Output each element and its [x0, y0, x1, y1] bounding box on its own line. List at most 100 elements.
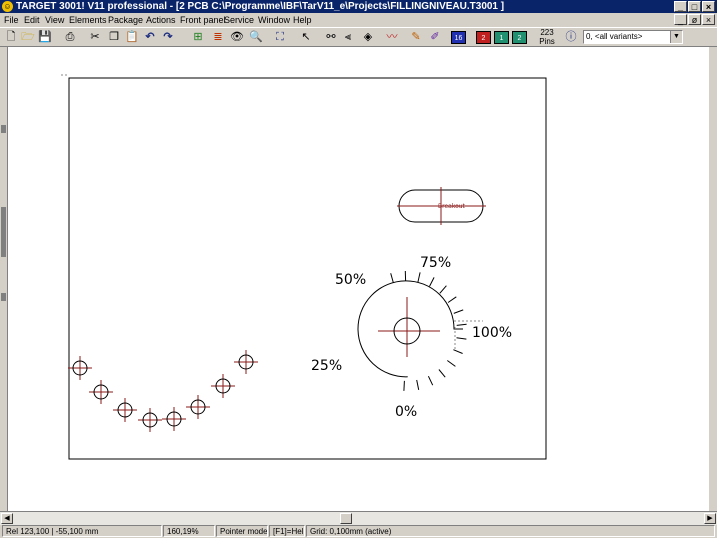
title-bar: ☺ TARGET 3001! V11 professional - [2 PCB… [0, 0, 717, 13]
led-pad [68, 356, 92, 380]
window-title: TARGET 3001! V11 professional - [2 PCB C… [16, 1, 505, 12]
binoculars-icon[interactable]: ⚯ [323, 30, 339, 45]
autoroute-icon[interactable]: ⫷ [340, 30, 356, 45]
doc-close-button[interactable]: × [702, 14, 715, 25]
label-0-percent: 0% [395, 404, 417, 420]
menu-help[interactable]: Help [293, 14, 312, 26]
status-help: [F1]=Help [269, 525, 305, 537]
dial-tick [453, 349, 463, 354]
led-pad [186, 395, 210, 419]
new-icon[interactable]: 🗋 [3, 30, 19, 45]
status-coordinates: Rel 123,100 | -55,100 mm [2, 525, 162, 537]
label-25-percent: 25% [311, 358, 342, 374]
level-dial: 50% 75% 100% 25% 0% [311, 255, 512, 420]
eye-icon[interactable]: 👁 [229, 30, 245, 45]
print-icon[interactable]: ⎙ [62, 30, 78, 45]
led-pad [113, 398, 137, 422]
menu-service[interactable]: Service [224, 14, 254, 26]
status-mode: Pointer mode [216, 525, 268, 537]
menu-edit[interactable]: Edit [24, 14, 40, 26]
menu-front-panel[interactable]: Front panel [180, 14, 226, 26]
led-pad [138, 408, 162, 432]
toolbar: 🗋 🗁 💾 ⎙ ✂ ❐ 📋 ↶ ↷ ⊞ ≣ 👁 🔍 ⛶ ↖ ⚯ ⫷ ◈ 〰 ✎ … [0, 27, 717, 47]
horizontal-scroll-thumb[interactable] [340, 513, 352, 524]
led-pad [162, 407, 186, 431]
target-logo-icon[interactable]: ☺ [2, 1, 13, 12]
scroll-left-button[interactable]: ◀ [1, 513, 13, 524]
dial-tick [453, 309, 464, 314]
dial-tick [439, 285, 447, 294]
menu-package[interactable]: Package [108, 14, 143, 26]
dial-tick [438, 369, 446, 378]
paste-icon[interactable]: 📋 [124, 30, 140, 45]
dial-tick [456, 337, 467, 340]
chevron-down-icon[interactable]: ▼ [670, 31, 682, 43]
horizontal-scrollbar[interactable]: ◀ ▶ [0, 511, 717, 525]
dial-tick [417, 272, 421, 283]
pointer-icon[interactable]: ↖ [298, 30, 314, 45]
menu-actions[interactable]: Actions [146, 14, 176, 26]
label-75-percent: 75% [420, 255, 451, 271]
dial-tick [429, 277, 435, 287]
close-button[interactable]: × [702, 1, 715, 12]
board-outline [68, 77, 547, 460]
copy-icon[interactable]: ❐ [106, 30, 122, 45]
breakout-slot: Breakout [397, 187, 486, 225]
minimize-button[interactable]: _ [674, 1, 687, 12]
gutter-mark[interactable] [1, 293, 6, 301]
drc-icon[interactable]: ◈ [360, 30, 376, 45]
component-icon[interactable]: ⊞ [190, 30, 206, 45]
gutter-marker[interactable] [1, 207, 6, 257]
dial-tick [447, 296, 457, 303]
maximize-button[interactable]: □ [688, 1, 701, 12]
variant-select[interactable]: 0, <all variants> ▼ [583, 30, 683, 44]
undo-icon[interactable]: ↶ [142, 30, 158, 45]
scroll-right-button[interactable]: ▶ [704, 513, 716, 524]
led-pad-row [68, 350, 258, 432]
layer-2-button[interactable]: 2 [476, 31, 491, 44]
doc-minimize-button[interactable]: _ [674, 14, 687, 25]
left-gutter [0, 47, 8, 511]
layer-16-button[interactable]: 16 [451, 31, 466, 44]
dial-tick [447, 360, 456, 367]
layer-2b-button[interactable]: 2 [512, 31, 527, 44]
doc-restore-button[interactable]: ø [688, 14, 701, 25]
menu-file[interactable]: File [4, 14, 19, 26]
dial-tick [456, 323, 467, 326]
dial-tick [390, 273, 394, 284]
zoom-fit-icon[interactable]: ⛶ [272, 30, 288, 45]
open-icon[interactable]: 🗁 [20, 30, 36, 45]
layers-icon[interactable]: ≣ [210, 30, 226, 45]
led-pad [89, 380, 113, 404]
led-pad [234, 350, 258, 374]
pins-label: Pins [539, 37, 555, 46]
status-bar: Rel 123,100 | -55,100 mm 160,19% Pointer… [0, 525, 717, 538]
dial-tick [427, 375, 434, 386]
label-100-percent: 100% [472, 325, 512, 341]
help-icon[interactable]: ⓘ [563, 30, 579, 45]
status-zoom: 160,19% [163, 525, 215, 537]
save-icon[interactable]: 💾 [37, 30, 53, 45]
zoom-icon[interactable]: 🔍 [248, 30, 264, 45]
pencil-icon[interactable]: ✐ [427, 30, 443, 45]
pins-counter: 223 Pins [536, 28, 558, 46]
label-50-percent: 50% [335, 272, 366, 288]
menu-bar: File Edit View Elements Package Actions … [0, 13, 717, 27]
pcb-canvas[interactable]: Breakout 50% 75% 100% 25% 0% [8, 47, 709, 511]
breakout-label: Breakout [438, 203, 466, 210]
variant-select-value: 0, <all variants> [586, 32, 643, 41]
led-pad [211, 374, 235, 398]
redo-icon[interactable]: ↷ [160, 30, 176, 45]
gutter-mark[interactable] [1, 125, 6, 133]
menu-elements[interactable]: Elements [69, 14, 107, 26]
menu-view[interactable]: View [45, 14, 64, 26]
status-grid: Grid: 0,100mm (active) [306, 525, 715, 537]
layer-1-button[interactable]: 1 [494, 31, 509, 44]
cut-icon[interactable]: ✂ [87, 30, 103, 45]
pcb-drawing: Breakout 50% 75% 100% 25% 0% [61, 74, 547, 460]
wire-icon[interactable]: 〰 [384, 30, 400, 45]
pen-icon[interactable]: ✎ [408, 30, 424, 45]
dial-tick [403, 380, 405, 391]
dial-tick [416, 379, 420, 390]
menu-window[interactable]: Window [258, 14, 290, 26]
